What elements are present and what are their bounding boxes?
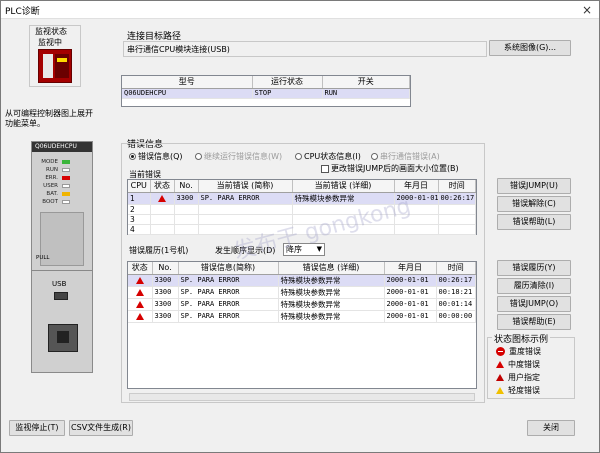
table-row[interactable]: 3300 SP. PARA ERROR 特殊模块参数异常 2000-01-01 … (128, 298, 476, 311)
col-time: 时间 (436, 262, 476, 275)
history-table: 状态 No. 错误信息(简称) 错误信息 (详细) 年月日 时间 3300 SP… (127, 261, 477, 389)
table-row[interactable]: 2 (128, 204, 476, 215)
connection-path-field: 串行通信CPU模块连接(USB) (123, 41, 487, 57)
stop-monitor-button[interactable]: 监视停止(T) (9, 420, 65, 436)
error-clear-button[interactable]: 错误解除(C) (497, 196, 571, 212)
table-row[interactable]: Q06UDEHCPU STOP RUN (122, 88, 410, 99)
table-row[interactable]: 3300 SP. PARA ERROR 特殊模块参数异常 2000-01-01 … (128, 274, 476, 287)
monitor-status-label: 监视状态 (35, 27, 67, 36)
err-led (62, 176, 70, 180)
col-date: 年月日 (384, 262, 437, 275)
chevron-down-icon: ▼ (316, 245, 322, 253)
status-icon-legend: 状态图标示例 重度错误 中度错误 用户指定 轻度错误 (487, 332, 575, 399)
pull-label: PULL (36, 255, 50, 261)
monitor-plc-icon (38, 49, 72, 83)
csv-generate-button[interactable]: CSV文件生成(R) (69, 420, 133, 436)
col-detail: 错误信息 (详细) (278, 262, 385, 275)
col-status: 状态 (150, 180, 175, 193)
col-short: 当前错误 (简称) (198, 180, 293, 193)
legend-item-user: 用户指定 (496, 372, 540, 384)
user-warning-icon (496, 374, 504, 381)
legend-item-minor: 轻度错误 (496, 385, 540, 397)
col-no: No. (152, 262, 179, 275)
history-clear-button[interactable]: 履历清除(I) (497, 278, 571, 294)
radio-continue-error[interactable]: 继续运行错误信息(W) (195, 151, 282, 162)
window-title: PLC诊断 (5, 7, 40, 17)
col-run-state: 运行状态 (252, 76, 323, 89)
boot-led (62, 200, 70, 204)
warning-icon (135, 313, 144, 320)
legend-item-moderate: 中度错误 (496, 359, 540, 371)
error-history-button[interactable]: 错误履历(Y) (497, 260, 571, 276)
history-label: 错误履历(1号机) (129, 246, 189, 255)
ethernet-port (48, 324, 78, 352)
title-bar: PLC诊断 × (1, 1, 599, 19)
warning-icon (496, 361, 504, 368)
plc-module-image[interactable]: Q06UDEHCPU MODE RUN ERR. USER BAT. BOOT PULL … (31, 141, 93, 373)
run-led (62, 168, 70, 172)
col-short: 错误信息(简称) (178, 262, 279, 275)
cpu-status-table: 型号 运行状态 开关 Q06UDEHCPU STOP RUN (121, 75, 411, 107)
monitor-status-value: 监视中 (38, 38, 62, 47)
col-no: No. (174, 180, 199, 193)
table-row[interactable]: 3300 SP. PARA ERROR 特殊模块参数异常 2000-01-01 … (128, 310, 476, 323)
legend-title: 状态图标示例 (492, 332, 551, 345)
table-row[interactable]: 1 3300 SP. PARA ERROR 特殊模块参数异常 2000-01-0… (128, 192, 476, 205)
close-button[interactable]: 关闭 (527, 420, 575, 436)
connection-path-value: 串行通信CPU模块连接(USB) (127, 45, 230, 54)
mode-led (62, 160, 70, 164)
error-jump-button[interactable]: 错误JUMP(U) (497, 178, 571, 194)
usb-port (54, 292, 68, 300)
stop-icon (496, 347, 505, 356)
history-jump-button[interactable]: 错误JUMP(O) (497, 296, 571, 312)
table-row[interactable]: 3300 SP. PARA ERROR 特殊模块参数异常 2000-01-01 … (128, 286, 476, 299)
bat-led (62, 192, 70, 196)
close-icon[interactable]: × (575, 1, 599, 19)
minor-warning-icon (496, 387, 504, 394)
col-detail: 当前错误 (详细) (292, 180, 395, 193)
error-help-button[interactable]: 错误帮助(L) (497, 214, 571, 230)
warning-icon (135, 277, 144, 284)
radio-serial-error[interactable]: 串行通信错误(A) (371, 151, 440, 162)
history-help-button[interactable]: 错误帮助(E) (497, 314, 571, 330)
jump-size-checkbox[interactable]: 更改错误JUMP后的画面大小位置(B) (321, 163, 459, 174)
system-image-button[interactable]: 系统图像(G)... (489, 40, 571, 56)
usb-label: USB (52, 280, 67, 288)
radio-cpu-status[interactable]: CPU状态信息(I) (295, 151, 361, 162)
col-status: 状态 (128, 262, 153, 275)
warning-icon (158, 195, 166, 202)
plc-led-labels: MODE RUN ERR. USER BAT. BOOT (41, 159, 58, 205)
monitor-status-box: 监视状态 监视中 (29, 25, 81, 87)
col-time: 时间 (438, 180, 476, 193)
warning-icon (135, 301, 144, 308)
user-led (62, 184, 70, 188)
plc-model-text: Q06UDEHCPU (35, 143, 77, 150)
legend-item-severe: 重度错误 (496, 346, 541, 358)
plc-diagnostics-window: PLC诊断 × 监视状态 监视中 从可编程控制器图上展开功能菜单。 Q06UDE… (0, 0, 600, 453)
left-note: 从可编程控制器图上展开功能菜单。 (5, 109, 93, 128)
col-switch: 开关 (322, 76, 410, 89)
history-scrollbar[interactable] (129, 393, 475, 401)
col-cpu: CPU (128, 180, 151, 193)
col-model: 型号 (122, 76, 253, 89)
radio-error-info[interactable]: 错误信息(Q) (129, 151, 183, 162)
warning-icon (135, 289, 144, 296)
